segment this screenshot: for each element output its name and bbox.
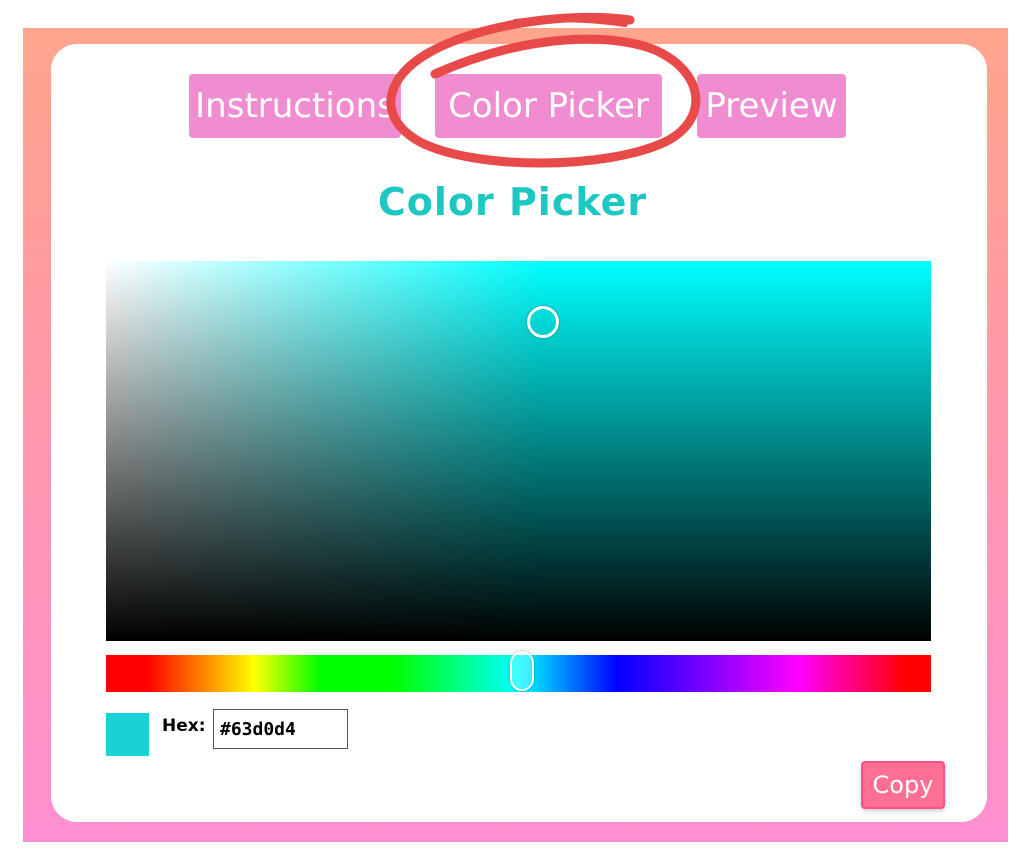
- color-swatch: [106, 713, 149, 756]
- saturation-value-area[interactable]: [106, 261, 931, 641]
- copy-button[interactable]: Copy: [861, 761, 945, 809]
- hex-label: Hex:: [162, 716, 206, 736]
- hex-input[interactable]: [213, 709, 348, 749]
- tab-color-picker[interactable]: Color Picker: [435, 74, 662, 138]
- tab-instructions[interactable]: Instructions: [189, 74, 401, 138]
- saturation-value-handle[interactable]: [527, 306, 559, 338]
- tab-preview[interactable]: Preview: [697, 74, 846, 138]
- page-title: Color Picker: [377, 180, 648, 224]
- hue-slider-handle[interactable]: [510, 651, 534, 691]
